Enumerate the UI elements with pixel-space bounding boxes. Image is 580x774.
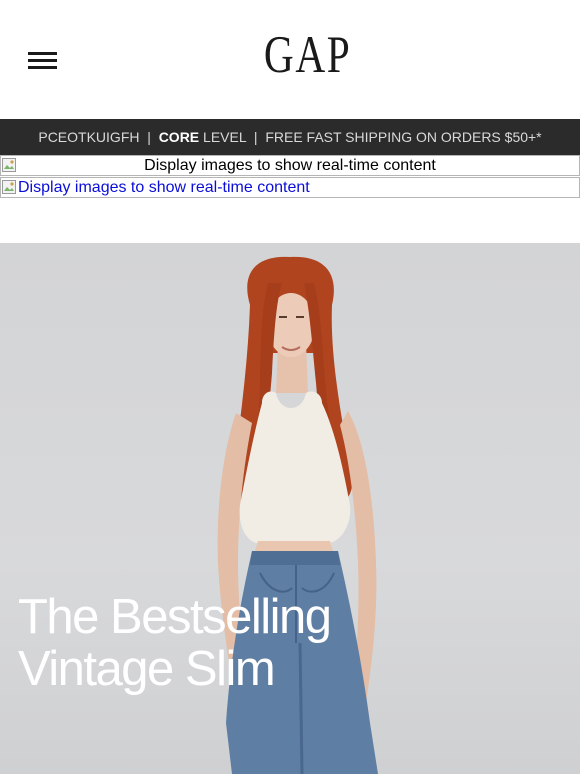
image-alt-text: Display images to show real-time content [144,157,436,174]
shipping-offer: FREE FAST SHIPPING ON ORDERS $50+* [265,129,542,145]
loyalty-level-bold: CORE [158,129,200,145]
gap-logo[interactable]: GAP [264,26,350,84]
hero-headline-line-1: The Bestselling [18,590,332,644]
hero-headline: The Bestselling Vintage Slim [18,591,418,695]
image-link-alt-text[interactable]: Display images to show real-time content [18,178,310,197]
hero-headline-line-2: Vintage Slim [18,642,276,696]
broken-image-icon [2,180,16,194]
image-link-placeholder[interactable]: Display images to show real-time content [0,177,580,198]
hamburger-menu-icon[interactable] [28,52,58,72]
promo-separator: | [253,129,258,145]
hero-banner[interactable]: The Bestselling Vintage Slim [0,243,580,774]
loyalty-level-suffix: LEVEL [203,129,247,145]
promo-separator: | [147,129,151,145]
image-placeholder: Display images to show real-time content [0,155,580,176]
promo-bar[interactable]: PCEOTKUIGFH | CORE LEVEL | FREE FAST SHI… [0,119,580,155]
promo-code: PCEOTKUIGFH [38,129,140,145]
email-header: GAP [0,0,580,119]
